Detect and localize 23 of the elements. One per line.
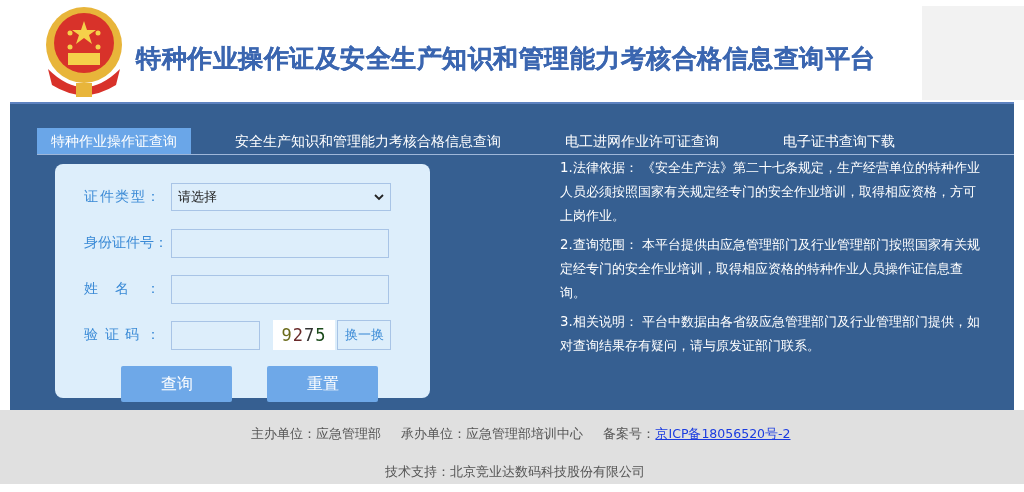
footer-text: 主办单位：应急管理部	[251, 426, 382, 443]
tab[interactable]: 安全生产知识和管理能力考核合格信息查询	[221, 128, 515, 154]
input-field[interactable]	[171, 320, 260, 350]
footer-text: 备案号：	[603, 426, 656, 443]
tab[interactable]: 电子证书查询下载	[769, 128, 909, 154]
footer-text: 承办单位：应急管理部培训中心	[401, 426, 584, 443]
site-title: 特种作业操作证及安全生产知识和管理能力考核合格信息查询平台	[136, 42, 876, 75]
record-link[interactable]: 京ICP备18056520号-2	[655, 426, 791, 443]
field-label: 证件类型：	[84, 188, 160, 206]
footer-text: 技术支持：北京竞业达数码科技股份有限公司	[385, 464, 645, 481]
refresh-button[interactable]: 换一换	[337, 320, 391, 350]
note-paragraph: 2.查询范围： 本平台提供由应急管理部门及行业管理部门按照国家有关规定经专门的安全作业培训，取得相应资格的特种作业人员操作证信息查询。	[560, 236, 981, 302]
note-paragraph: 1.法律依据： 《安全生产法》第二十七条规定，生产经营单位的特种作业人员必须按照国家有关规定经专门的安全作业培训，取得相应资格，方可上岗作业。	[560, 159, 981, 225]
input-field[interactable]	[171, 228, 389, 258]
field-label: 验证码：	[84, 326, 160, 344]
note-paragraph: 3.相关说明： 平台中数据由各省级应急管理部门及行业管理部门提供，如对查询结果存有疑问，请与原发证部门联系。	[560, 313, 981, 355]
tab[interactable]: 电工进网作业许可证查询	[551, 128, 733, 154]
captcha-image: 9275	[273, 320, 335, 350]
field-label: 身份证件号：	[84, 234, 160, 252]
input-field[interactable]	[171, 274, 389, 304]
type-select[interactable]: 请选择	[171, 183, 391, 211]
field-label: 姓名：	[84, 280, 160, 298]
caret-icon	[374, 193, 384, 201]
